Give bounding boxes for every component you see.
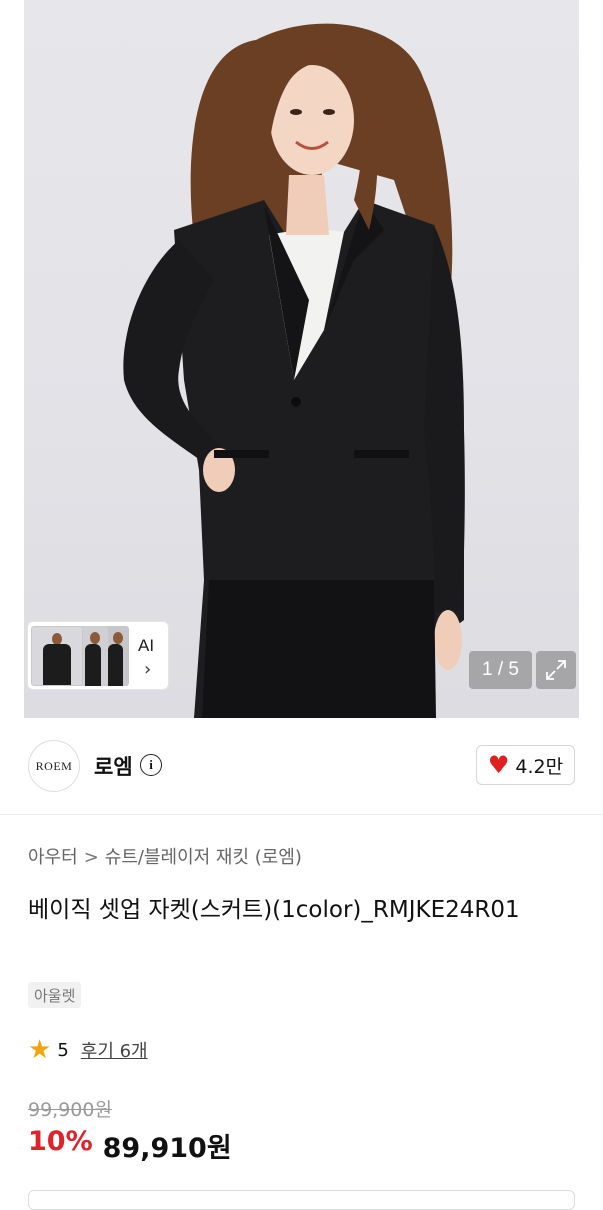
ai-thumbnail-strip[interactable]: AI › [27, 621, 169, 690]
info-icon[interactable]: i [140, 754, 162, 776]
original-price: 99,900원 [28, 1099, 112, 1121]
breadcrumb-item[interactable]: 아우터 [28, 847, 78, 868]
breadcrumb-separator: > [83, 847, 99, 868]
breadcrumb-item[interactable]: 슈트/블레이저 재킷 (로엠) [105, 847, 302, 868]
rating-value: 5 [57, 1039, 69, 1061]
like-button[interactable]: ♥ 4.2만 [476, 745, 575, 785]
heart-icon: ♥ [487, 751, 510, 779]
outlet-tag: 아울렛 [28, 982, 82, 1008]
review-link[interactable]: 후기 6개 [81, 1037, 148, 1063]
brand-row: ROEM 로엠 i ♥ 4.2만 [0, 718, 603, 815]
ai-label: AI [138, 636, 155, 655]
breadcrumb: 아우터 > 슈트/블레이저 재킷 (로엠) [28, 843, 302, 869]
expand-button[interactable] [536, 651, 576, 689]
chevron-right-icon[interactable]: › [144, 659, 151, 680]
image-counter: 1 / 5 [469, 651, 532, 689]
product-photo[interactable] [24, 0, 579, 718]
product-image-gallery[interactable]: AI › 1 / 5 [0, 0, 603, 718]
like-count: 4.2만 [515, 755, 564, 778]
price-row: 10% 89,910원 [28, 1126, 232, 1165]
final-price: 89,910원 [102, 1133, 232, 1164]
brand-name[interactable]: 로엠 [94, 751, 133, 781]
discount-rate: 10% [28, 1126, 93, 1157]
thumbnail-image[interactable] [31, 626, 83, 686]
coupon-card[interactable] [28, 1190, 575, 1210]
star-icon: ★ [28, 1035, 52, 1065]
rating-row: ★ 5 후기 6개 [28, 1037, 148, 1063]
expand-icon [546, 660, 566, 680]
brand-logo[interactable]: ROEM [28, 740, 80, 792]
product-title: 베이직 셋업 자켓(스커트)(1color)_RMJKE24R01 [28, 897, 520, 923]
